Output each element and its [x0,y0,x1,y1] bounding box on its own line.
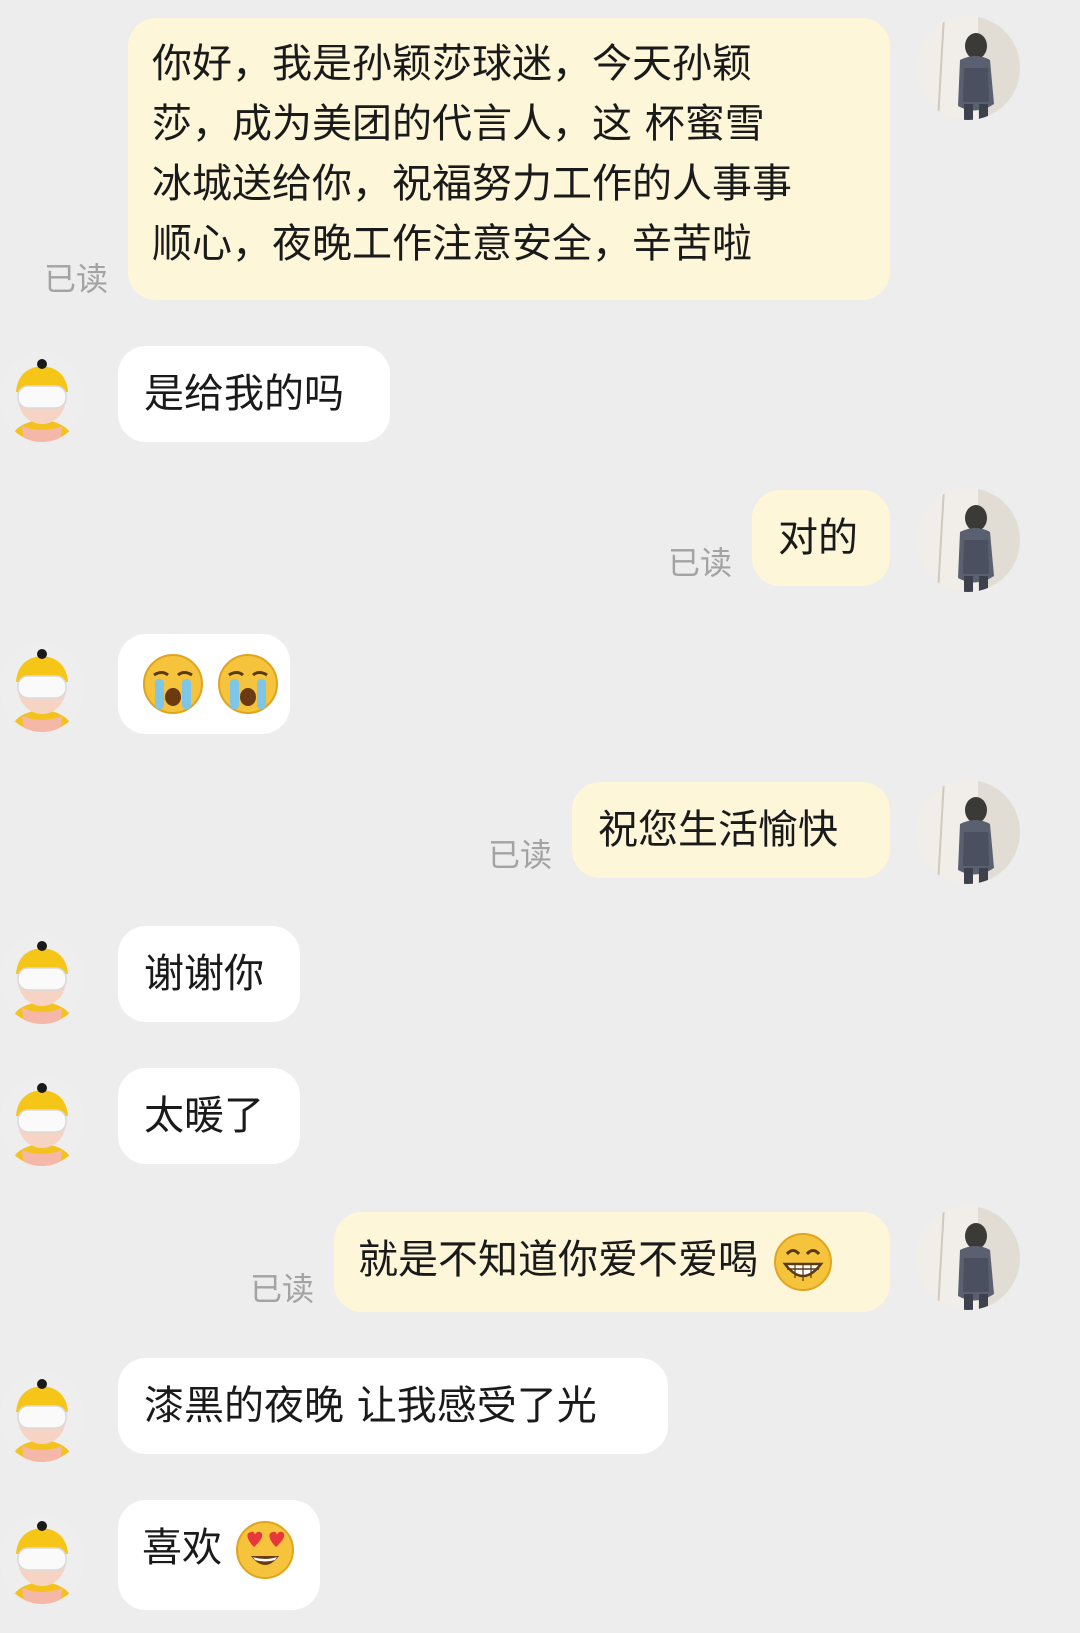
my-avatar[interactable] [916,1206,1020,1310]
contact-avatar[interactable] [0,352,84,442]
my-avatar[interactable] [916,780,1020,884]
read-receipt: 已读 [488,836,553,874]
my-avatar[interactable] [916,16,1020,120]
message-text-line: 冰城送给你，祝福努力工作的人事事 [152,161,792,207]
heart-eyes-face-icon [235,1521,294,1579]
read-receipt: 已读 [250,1270,315,1308]
message-bubble[interactable]: 是给我的吗 [118,346,390,442]
message-bubble[interactable]: 喜欢 [118,1500,320,1610]
contact-avatar[interactable] [0,1514,84,1604]
grinning-face-icon [773,1233,832,1291]
message-text: 漆黑的夜晚 让我感受了光 [144,1383,597,1429]
read-receipt: 已读 [44,260,109,298]
message-bubble[interactable] [118,634,290,734]
read-receipt: 已读 [668,544,733,582]
message-bubble[interactable]: 就是不知道你爱不爱喝 [334,1212,890,1312]
message-bubble[interactable]: 对的 [752,490,890,586]
message-text-line: 莎，成为美团的代言人，这 杯蜜雪 [152,101,765,147]
message-bubble[interactable]: 太暖了 [118,1068,300,1164]
message-text: 对的 [778,515,858,561]
message-bubble[interactable]: 漆黑的夜晚 让我感受了光 [118,1358,668,1454]
message-bubble[interactable]: 祝您生活愉快 [572,782,890,878]
crying-face-icon [143,654,203,714]
message-text-line: 顺心，夜晚工作注意安全，辛苦啦 [152,221,752,267]
crying-face-icon [217,654,278,714]
message-text: 是给我的吗 [144,371,344,417]
message-bubble[interactable]: 你好，我是孙颖莎球迷，今天孙颖 莎，成为美团的代言人，这 杯蜜雪 冰城送给你，祝… [128,18,890,300]
my-avatar[interactable] [916,488,1020,592]
message-text: 就是不知道你爱不爱喝 [358,1237,758,1283]
contact-avatar[interactable] [0,1372,84,1462]
message-text-line: 你好，我是孙颖莎球迷，今天孙颖 [152,41,752,87]
message-text: 祝您生活愉快 [598,807,838,853]
contact-avatar[interactable] [0,642,84,732]
contact-avatar[interactable] [0,1076,84,1166]
message-text: 太暖了 [144,1093,264,1139]
message-text: 喜欢 [142,1525,222,1571]
contact-avatar[interactable] [0,934,84,1024]
message-bubble[interactable]: 谢谢你 [118,926,300,1022]
message-text: 谢谢你 [144,951,264,997]
